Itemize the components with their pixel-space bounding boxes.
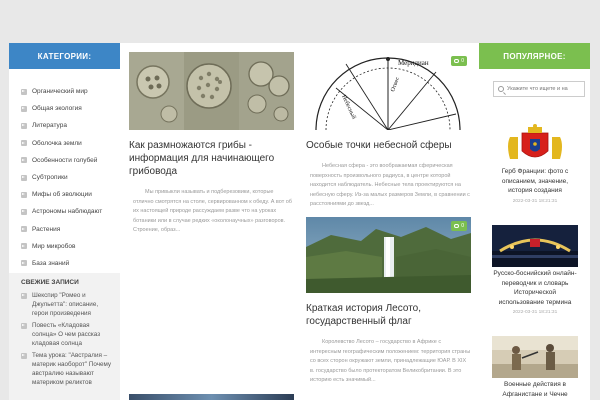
recent-post-link[interactable]: Повесть «Кладовая солнца» О чем рассказ … bbox=[21, 321, 112, 348]
popular-item-title: Герб Франции: фото с описанием, значение… bbox=[501, 168, 569, 194]
post-card: 0 Краткая история Лесото, государственны… bbox=[306, 217, 471, 386]
post-image-fungi[interactable] bbox=[129, 52, 294, 130]
post-image-partial[interactable] bbox=[129, 394, 294, 400]
popular-item-title: Русско-боснийский онлайн-переводчик и сл… bbox=[493, 270, 577, 306]
chevron-right-icon bbox=[21, 140, 27, 147]
search-box bbox=[493, 81, 585, 97]
chevron-right-icon bbox=[21, 191, 27, 198]
post-title[interactable]: Краткая история Лесото, государственный … bbox=[306, 302, 471, 328]
chevron-right-icon bbox=[21, 292, 27, 299]
post-title[interactable]: Особые точки небесной сферы bbox=[306, 139, 471, 152]
category-item[interactable]: Органический мир bbox=[21, 83, 120, 100]
popular-thumb-coat-of-arms bbox=[492, 123, 578, 165]
search-input[interactable] bbox=[507, 86, 580, 92]
comment-count-badge[interactable]: 0 bbox=[451, 221, 467, 231]
recent-post-link[interactable]: Шекспир "Ромео и Джульетта": описание, г… bbox=[21, 291, 112, 318]
chevron-right-icon bbox=[21, 174, 27, 181]
popular-thumb-bridge bbox=[492, 225, 578, 267]
plumb-label: Отвес bbox=[390, 76, 401, 93]
category-list: Органический мир Общая экология Литерату… bbox=[9, 69, 120, 272]
chevron-right-icon bbox=[21, 226, 27, 233]
category-item[interactable]: Общая экология bbox=[21, 100, 120, 117]
post-card: Меридиан Отвес Небесный 0 Особые точки н… bbox=[306, 52, 471, 210]
category-item[interactable]: Оболочка земли bbox=[21, 135, 120, 152]
category-item[interactable]: Мифы об эволюции bbox=[21, 186, 120, 203]
popular-item-date: 2022-03-31 18:21:31 bbox=[512, 310, 558, 315]
post-card: Как размножаются грибы - информация для … bbox=[129, 52, 294, 236]
category-item[interactable]: База знаний bbox=[21, 255, 120, 272]
post-image-celestial[interactable]: Меридиан Отвес Небесный 0 bbox=[306, 52, 471, 130]
waterfall-image bbox=[306, 217, 471, 293]
recent-posts-title: СВЕЖИЕ ЗАПИСИ bbox=[21, 279, 79, 286]
bridge-night-image bbox=[492, 225, 578, 267]
right-sidebar: ПОПУЛЯРНОЕ: Герб Франции: фото с описани… bbox=[479, 43, 590, 400]
left-sidebar: КАТЕГОРИИ: Органический мир Общая эколог… bbox=[9, 43, 120, 400]
chevron-right-icon bbox=[21, 105, 27, 112]
post-excerpt: Королевство Лесото – государство в Африк… bbox=[310, 339, 471, 383]
chevron-right-icon bbox=[21, 208, 27, 215]
chevron-right-icon bbox=[21, 243, 27, 250]
popular-item-date: 2022-03-31 18:21:31 bbox=[512, 198, 558, 204]
chevron-right-icon bbox=[21, 88, 27, 95]
category-item[interactable]: Растения bbox=[21, 221, 120, 238]
popular-item[interactable]: Герб Франции: фото с описанием, значение… bbox=[492, 123, 578, 204]
recent-post-link[interactable]: Тема урока: "Австралия – материк наоборо… bbox=[21, 351, 112, 387]
chevron-right-icon bbox=[21, 122, 27, 129]
post-excerpt: Мы привыкли называть и подберезовики, ко… bbox=[133, 189, 292, 233]
popular-header: ПОПУЛЯРНОЕ: bbox=[479, 43, 590, 69]
category-item[interactable]: Особенности голубей bbox=[21, 152, 120, 169]
comment-icon bbox=[454, 224, 460, 228]
chevron-right-icon bbox=[21, 352, 27, 359]
meridian-label: Меридиан bbox=[398, 59, 429, 67]
popular-item[interactable]: Русско-боснийский онлайн-переводчик и сл… bbox=[492, 225, 578, 315]
comment-icon bbox=[454, 59, 460, 63]
post-excerpt: Небесная сфера - это воображаемая сферич… bbox=[310, 163, 470, 207]
spores-image bbox=[129, 52, 294, 130]
search-icon bbox=[498, 86, 504, 92]
categories-header: КАТЕГОРИИ: bbox=[9, 43, 120, 69]
category-item[interactable]: Субтропики bbox=[21, 169, 120, 186]
coat-of-arms-image bbox=[508, 124, 562, 159]
post-image-lesotho[interactable]: 0 bbox=[306, 217, 471, 293]
celestial-sphere-diagram: Меридиан Отвес Небесный bbox=[315, 57, 461, 130]
main-content: Как размножаются грибы - информация для … bbox=[120, 43, 479, 400]
soldiers-image bbox=[492, 336, 578, 378]
category-item[interactable]: Астрономы наблюдают bbox=[21, 203, 120, 220]
post-title[interactable]: Как размножаются грибы - информация для … bbox=[129, 139, 294, 178]
recent-posts: СВЕЖИЕ ЗАПИСИ Шекспир "Ромео и Джульетта… bbox=[9, 273, 120, 400]
chevron-right-icon bbox=[21, 322, 27, 329]
category-item[interactable]: Литература bbox=[21, 117, 120, 134]
popular-thumb-soldiers bbox=[492, 336, 578, 378]
chevron-right-icon bbox=[21, 157, 27, 164]
popular-item[interactable]: Военные действия в Афганистане и Чечне bbox=[492, 336, 578, 399]
comment-count-badge[interactable]: 0 bbox=[451, 56, 467, 66]
popular-item-title: Военные действия в Афганистане и Чечне bbox=[502, 381, 568, 398]
chevron-right-icon bbox=[21, 260, 27, 267]
category-item[interactable]: Мир микробов bbox=[21, 238, 120, 255]
